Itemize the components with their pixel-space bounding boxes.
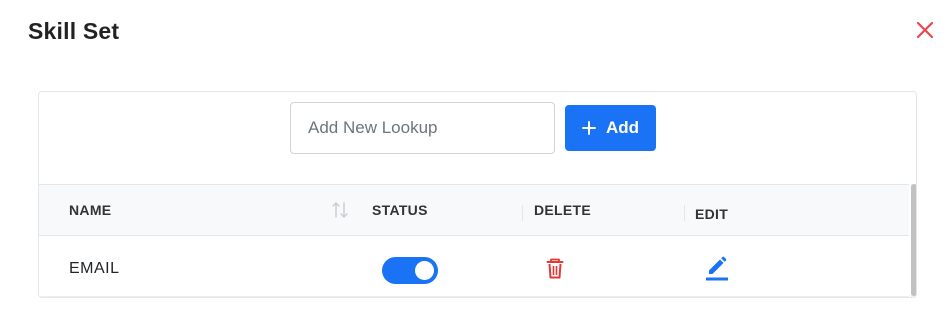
close-icon (916, 21, 934, 39)
table-scrollbar[interactable] (911, 184, 916, 297)
table-row: EMAIL (39, 236, 909, 297)
delete-button[interactable] (545, 258, 565, 280)
add-lookup-input[interactable] (290, 102, 555, 154)
sort-icon[interactable] (332, 200, 348, 220)
close-button[interactable] (912, 17, 938, 43)
column-header-delete: DELETE (534, 202, 592, 218)
toggle-knob (415, 261, 434, 280)
column-header-edit: EDIT (695, 206, 729, 222)
column-header-status: STATUS (372, 202, 428, 218)
row-name: EMAIL (69, 260, 120, 277)
add-button[interactable]: Add (565, 105, 656, 151)
modal-title: Skill Set (28, 18, 120, 44)
scrollbar-thumb[interactable] (911, 184, 916, 296)
plus-icon (581, 121, 596, 135)
trash-icon (546, 258, 564, 279)
lookup-card: Add NAME STATUS DELETE EDIT EMAIL (38, 91, 917, 298)
column-header-name[interactable]: NAME (69, 202, 111, 218)
column-divider (684, 205, 685, 221)
column-divider (522, 205, 523, 221)
edit-button[interactable] (705, 256, 729, 282)
status-toggle[interactable] (382, 257, 438, 284)
table-header: NAME STATUS DELETE EDIT (39, 184, 909, 236)
add-button-label: Add (605, 118, 640, 137)
pencil-icon (706, 256, 728, 281)
skill-set-modal: Skill Set Add NAME STATUS DELETE ED (0, 0, 952, 331)
